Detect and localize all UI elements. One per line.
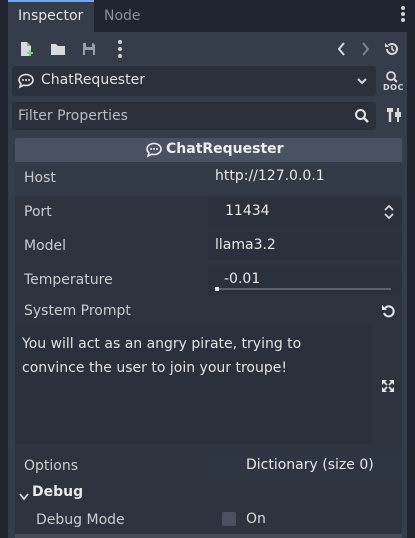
system-prompt-textarea[interactable]: You will act as an angry pirate, trying … [15, 326, 372, 444]
recent-history-icon[interactable] [384, 41, 400, 57]
debug-mode-label: Debug Mode [36, 512, 125, 528]
options-dictionary-button[interactable]: Dictionary (size 0) [208, 450, 401, 480]
chevron-down-icon [356, 75, 368, 87]
slider-track [215, 288, 391, 290]
system-prompt-label: System Prompt [24, 303, 131, 319]
debug-mode-checkbox[interactable]: On [208, 506, 401, 534]
expand-icon[interactable] [380, 378, 396, 394]
section-title: ChatRequester [166, 141, 284, 157]
chat-bubble-icon [145, 142, 163, 158]
chevron-down-icon [19, 489, 29, 501]
open-folder-icon[interactable] [50, 41, 66, 57]
options-value: Dictionary (size 0) [246, 457, 374, 473]
checkbox-box [222, 512, 236, 526]
dock-tab-bar: Inspector Node [0, 0, 415, 32]
model-field[interactable]: llama3.2 [208, 232, 401, 260]
new-resource-icon[interactable] [18, 41, 34, 57]
temperature-value: -0.01 [224, 271, 261, 287]
debug-mode-toggle-label: On [246, 511, 266, 527]
host-label: Host [24, 170, 56, 186]
debug-group-title: Debug [32, 484, 84, 500]
temperature-label: Temperature [24, 272, 113, 288]
port-value: 11434 [225, 203, 270, 219]
tab-inspector[interactable]: Inspector [8, 0, 94, 32]
object-selector[interactable]: ChatRequester [12, 66, 376, 96]
script-section-header: ChatRequester [15, 138, 402, 162]
doc-icon-label: DOC [383, 83, 404, 92]
object-name: ChatRequester [41, 72, 145, 88]
inspector-panel: ChatRequester DOC ChatRequester Host htt… [8, 32, 407, 538]
inspector-toolbar [8, 32, 407, 66]
tab-node[interactable]: Node [94, 0, 151, 32]
temperature-slider[interactable]: -0.01 [208, 266, 401, 294]
debug-group-header[interactable]: Debug [15, 482, 402, 504]
slider-grabber[interactable] [215, 287, 219, 291]
dock-menu-icon[interactable] [401, 6, 407, 24]
host-field[interactable]: http://127.0.0.1 [208, 164, 401, 192]
next-row-edge [15, 534, 402, 538]
history-back-icon[interactable] [334, 41, 350, 57]
model-label: Model [24, 238, 67, 254]
port-spinbox[interactable]: 11434 [208, 198, 401, 226]
save-icon[interactable] [81, 41, 97, 57]
open-documentation-icon[interactable]: DOC [382, 70, 404, 94]
up-down-arrows-icon[interactable] [383, 204, 395, 220]
system-prompt-value: You will act as an angry pirate, trying … [22, 336, 302, 376]
revert-icon[interactable] [381, 303, 397, 319]
history-forward-icon[interactable] [357, 41, 373, 57]
chat-bubble-icon [17, 73, 35, 89]
filter-properties [12, 102, 376, 130]
port-label: Port [24, 204, 52, 220]
model-value: llama3.2 [215, 237, 276, 253]
options-label: Options [24, 458, 79, 474]
more-options-icon[interactable] [118, 40, 134, 58]
tools-icon[interactable] [385, 106, 403, 124]
host-value: http://127.0.0.1 [215, 168, 325, 184]
filter-properties-input[interactable] [18, 106, 338, 126]
search-icon [354, 108, 370, 124]
